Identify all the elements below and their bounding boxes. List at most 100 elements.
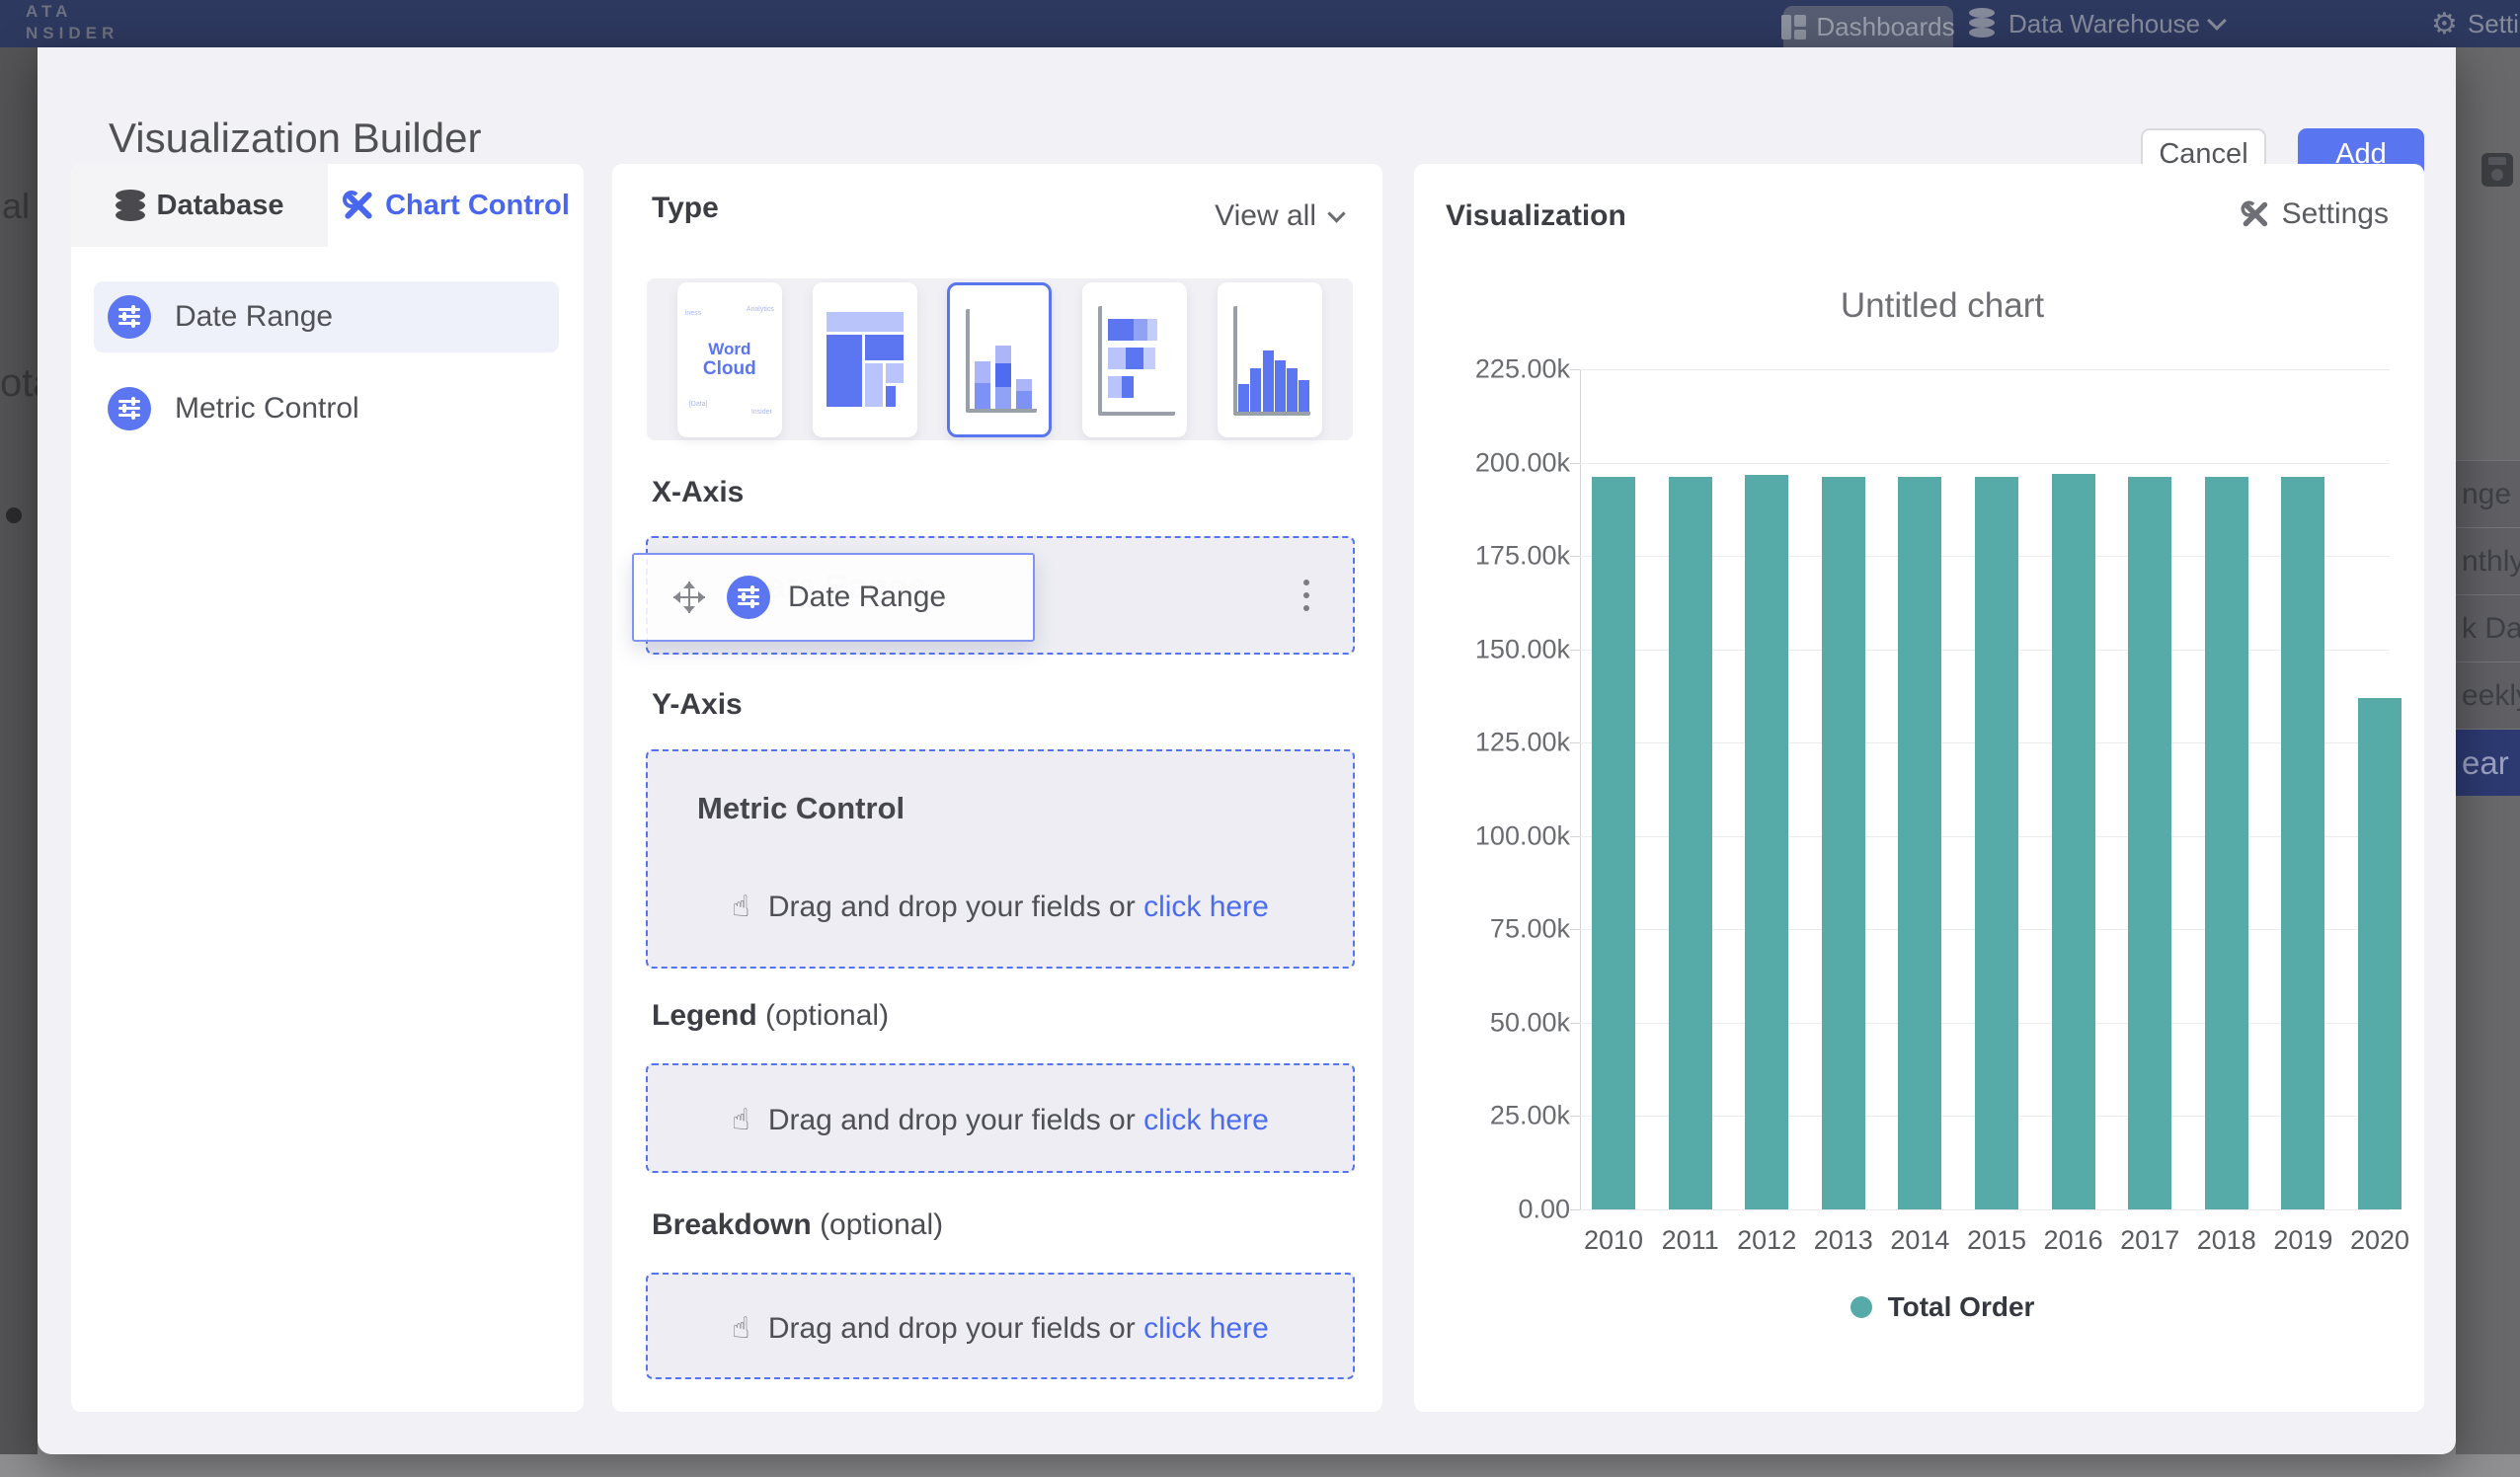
nav-item-dashboards[interactable]: Dashboards (1783, 6, 1953, 47)
tab-chart-control[interactable]: Chart Control (328, 164, 584, 247)
chart-title: Untitled chart (1473, 286, 2411, 326)
y-axis-dropzone[interactable]: Metric Control ☝ Drag and drop your fiel… (646, 749, 1355, 969)
move-icon (669, 578, 709, 617)
backdrop-right: nge nthly k Date eekly ear (2456, 47, 2520, 1454)
bg-bullet-dot (6, 507, 22, 523)
app-logo: ATA NSIDER (26, 1, 118, 44)
chart-legend[interactable]: Total Order (1473, 1291, 2411, 1323)
bar-2011 (1669, 477, 1712, 1209)
nav-item-settings[interactable]: ⚙ Setti (2431, 0, 2519, 47)
tab-database[interactable]: Database (71, 164, 328, 247)
bar-2019 (2281, 477, 2324, 1209)
kebab-menu-icon[interactable] (1303, 580, 1309, 611)
bar-2016 (2052, 474, 2095, 1209)
y-tick (1570, 1023, 1580, 1024)
legend-label: Total Order (1888, 1291, 2035, 1323)
y-tick-label: 225.00k (1452, 354, 1570, 385)
settings-button[interactable]: Settings (2239, 197, 2389, 231)
click-here-link[interactable]: click here (1143, 1104, 1269, 1136)
y-tick-label: 125.00k (1452, 728, 1570, 758)
chart-type-word-cloud[interactable]: iness Analytics Word Cloud [Data] Inside… (677, 282, 782, 437)
y-tick-label: 75.00k (1452, 914, 1570, 945)
legend-dropzone[interactable]: ☝ Drag and drop your fields or click her… (646, 1063, 1355, 1173)
x-tick-label: 2011 (1646, 1225, 1735, 1256)
visualization-panel: Visualization Settings Untitled chart 22… (1414, 164, 2424, 1412)
axis-glyph (1098, 306, 1175, 416)
word-cloud-thumb: iness Analytics Word Cloud [Data] Inside… (677, 282, 782, 437)
field-date-range[interactable]: Date Range (94, 281, 559, 352)
chart-type-histogram[interactable] (1218, 282, 1322, 437)
y-tick (1570, 1116, 1580, 1117)
bg-partial-text: al (2, 186, 30, 227)
dashboard-grid-icon (1781, 15, 1806, 39)
chevron-down-icon (1327, 204, 1345, 222)
bar-2017 (2128, 477, 2171, 1209)
axis-glyph (966, 309, 1037, 413)
view-all-dropdown[interactable]: View all (1215, 199, 1343, 233)
y-tick (1570, 929, 1580, 930)
tap-icon: ☝ (732, 890, 749, 924)
y-axis-line (1580, 369, 1581, 1209)
bar-2015 (1975, 477, 2018, 1209)
x-axis-dropzone[interactable]: Date Range Date Range (646, 536, 1355, 655)
y-tick (1570, 556, 1580, 557)
screen: ATA NSIDER Dashboards Data Warehouse ⚙ S… (0, 0, 2520, 1477)
legend-swatch (1851, 1296, 1872, 1318)
x-tick-label: 2016 (2029, 1225, 2118, 1256)
dragged-field-chip[interactable]: Date Range (632, 553, 1035, 642)
x-tick-label: 2018 (2182, 1225, 2271, 1256)
top-navbar: ATA NSIDER Dashboards Data Warehouse ⚙ S… (0, 0, 2520, 47)
chart-type-stacked-column[interactable] (947, 282, 1052, 437)
click-here-link[interactable]: click here (1143, 891, 1269, 923)
fields-panel: Database Chart Control Date Range Metric… (71, 164, 584, 1412)
metric-control-title: Metric Control (697, 791, 905, 826)
tap-icon: ☝ (732, 1311, 749, 1346)
breakdown-heading: Breakdown (optional) (652, 1208, 943, 1242)
y-tick (1570, 1209, 1580, 1210)
field-metric-control[interactable]: Metric Control (94, 373, 559, 444)
bar-2012 (1745, 475, 1788, 1209)
gridline (1580, 369, 2390, 370)
chart-type-horizontal-bar[interactable] (1082, 282, 1187, 437)
gridline (1580, 463, 2390, 464)
y-tick-label: 0.00 (1452, 1195, 1570, 1225)
builder-panel: Type View all iness Analytics Word Cloud… (612, 164, 1382, 1412)
x-axis-heading: X-Axis (652, 476, 744, 509)
y-tick-label: 100.00k (1452, 820, 1570, 851)
drop-hint: ☝ Drag and drop your fields or click her… (648, 890, 1353, 924)
bg-menu-item: k Date (2456, 594, 2520, 661)
bar-2010 (1592, 477, 1635, 1209)
control-icon (108, 387, 151, 430)
tools-icon (342, 190, 373, 221)
database-icon (116, 190, 145, 221)
nav-item-data-warehouse[interactable]: Data Warehouse (1969, 0, 2224, 47)
modal-title: Visualization Builder (109, 115, 481, 162)
bar-2013 (1822, 477, 1865, 1209)
y-tick-label: 25.00k (1452, 1101, 1570, 1131)
bg-menu-item: nthly (2456, 527, 2520, 594)
gear-icon: ⚙ (2431, 7, 2458, 41)
x-tick-label: 2019 (2258, 1225, 2347, 1256)
y-tick (1570, 650, 1580, 651)
y-tick-label: 150.00k (1452, 634, 1570, 664)
x-tick-label: 2015 (1952, 1225, 2041, 1256)
y-axis-heading: Y-Axis (652, 688, 743, 722)
bar-2020 (2358, 698, 2402, 1209)
visualization-builder-modal: Visualization Builder Cancel Add Databas… (38, 47, 2456, 1454)
drop-hint: ☝ Drag and drop your fields or click her… (648, 1103, 1353, 1137)
chart-type-treemap[interactable] (813, 282, 917, 437)
breakdown-dropzone[interactable]: ☝ Drag and drop your fields or click her… (646, 1273, 1355, 1379)
gridline (1580, 1209, 2390, 1210)
control-icon (108, 295, 151, 339)
tap-icon: ☝ (732, 1103, 749, 1137)
treemap-thumb (827, 312, 904, 407)
x-tick-label: 2013 (1799, 1225, 1888, 1256)
visualization-heading: Visualization (1446, 199, 1626, 233)
y-tick (1570, 463, 1580, 464)
x-tick-label: 2010 (1569, 1225, 1658, 1256)
warehouse-database-icon (1969, 8, 1999, 39)
y-tick (1570, 836, 1580, 837)
y-tick-label: 200.00k (1452, 447, 1570, 478)
y-tick (1570, 742, 1580, 743)
click-here-link[interactable]: click here (1143, 1312, 1269, 1345)
